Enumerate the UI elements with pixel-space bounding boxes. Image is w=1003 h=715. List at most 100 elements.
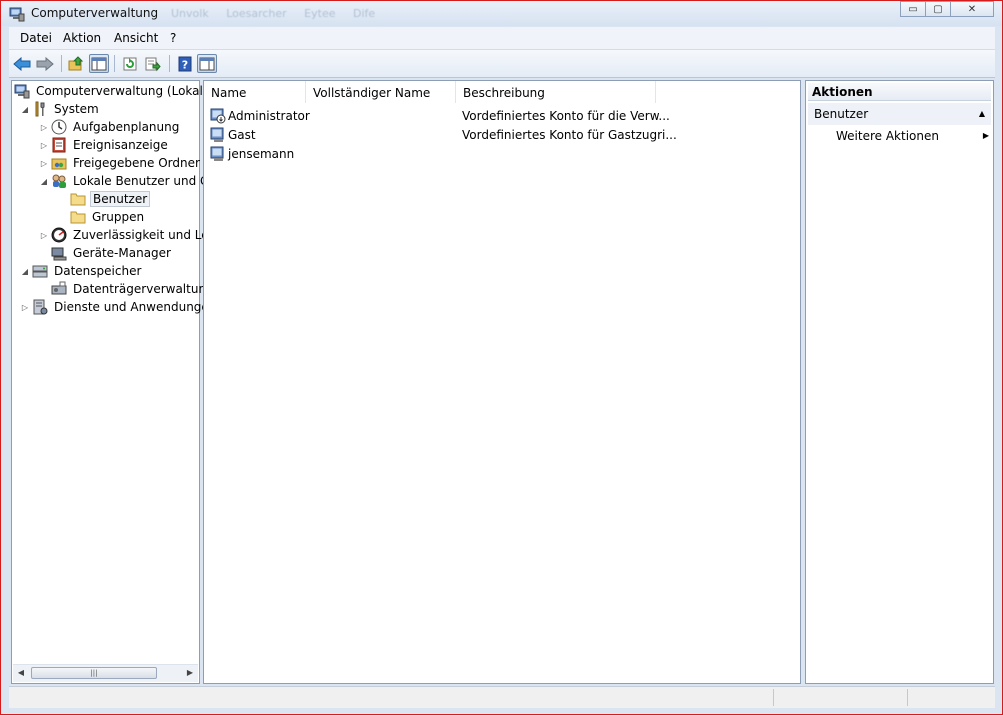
tree-item-geraete-manager[interactable]: Geräte-Manager <box>51 244 173 262</box>
menu-bar: Datei Aktion Ansicht ? <box>9 27 995 50</box>
scroll-right-icon[interactable]: ▶ <box>185 668 195 677</box>
scroll-left-icon[interactable]: ◀ <box>16 668 26 677</box>
window-controls: ▭ ▢ ✕ <box>900 1 994 17</box>
forward-icon <box>36 56 54 71</box>
column-header-name[interactable]: Name <box>204 81 306 103</box>
device-manager-icon <box>51 247 67 261</box>
user-description: Vordefiniertes Konto für Gastzugri... <box>462 128 677 142</box>
scroll-thumb[interactable]: ||| <box>31 667 157 679</box>
menu-help[interactable]: ? <box>170 31 176 45</box>
collapse-arrow-icon[interactable]: ◢ <box>39 176 49 186</box>
user-row-administrator[interactable]: Administrator Vordefiniertes Konto für d… <box>208 107 788 126</box>
tree-label: Datenspeicher <box>54 264 142 278</box>
status-divider <box>773 689 774 706</box>
tree-item-dienste-anwendungen[interactable]: ▷ Dienste und Anwendungen <box>20 298 218 316</box>
tree-item-gruppen[interactable]: Gruppen <box>70 208 146 226</box>
tree-horizontal-scrollbar[interactable]: ◀ ||| ▶ <box>13 664 198 682</box>
tree-label: Dienste und Anwendungen <box>54 300 217 314</box>
actions-header: Aktionen <box>808 83 991 101</box>
system-tools-icon <box>35 101 45 117</box>
collapse-arrow-icon[interactable]: ◢ <box>20 266 30 276</box>
tree-item-root[interactable]: Computerverwaltung (Lokal) <box>14 82 210 100</box>
local-users-groups-icon <box>52 174 66 188</box>
column-header-description[interactable]: Beschreibung <box>456 81 656 103</box>
event-viewer-icon <box>52 137 66 153</box>
refresh-button[interactable] <box>120 54 140 73</box>
tree-item-system[interactable]: ◢ System <box>20 100 101 118</box>
tree-label: Aufgabenplanung <box>73 120 180 134</box>
show-hide-action-pane-button[interactable] <box>197 54 217 73</box>
ghost-menu-text: Unvolk Loesarcher Eytee Dife <box>171 7 376 20</box>
tree-label: Gruppen <box>92 210 145 224</box>
show-hide-tree-button[interactable] <box>89 54 109 73</box>
menu-ansicht[interactable]: Ansicht <box>114 31 158 45</box>
export-list-button[interactable] <box>143 54 163 73</box>
user-name: Gast <box>228 128 256 142</box>
refresh-icon <box>123 57 137 70</box>
computer-management-window: Computerverwaltung Unvolk Loesarcher Eyt… <box>0 0 1003 715</box>
user-icon <box>210 146 224 161</box>
title-bar[interactable]: Computerverwaltung Unvolk Loesarcher Eyt… <box>1 1 1002 26</box>
menu-aktion[interactable]: Aktion <box>63 31 101 45</box>
actions-section-benutzer[interactable]: Benutzer ▲ <box>808 103 991 125</box>
shared-folder-icon <box>51 158 67 170</box>
tree-label: Geräte-Manager <box>73 246 171 260</box>
help-icon: ? <box>178 56 192 71</box>
expand-arrow-icon[interactable]: ▷ <box>39 140 49 150</box>
result-list-pane[interactable]: Name Vollständiger Name Beschreibung Adm… <box>203 80 801 684</box>
expand-arrow-icon[interactable]: ▷ <box>20 302 30 312</box>
tree-label: Computerverwaltung (Lokal) <box>36 84 208 98</box>
action-weitere-aktionen[interactable]: Weitere Aktionen ▶ <box>836 129 991 143</box>
show-hide-action-pane-icon <box>199 57 215 70</box>
tree-item-aufgabenplanung[interactable]: ▷ Aufgabenplanung <box>39 118 181 136</box>
column-header-full-name[interactable]: Vollständiger Name <box>306 81 456 103</box>
user-name: Administrator <box>228 109 310 123</box>
user-description: Vordefiniertes Konto für die Verw... <box>462 109 670 123</box>
action-label: Weitere Aktionen <box>836 129 939 143</box>
tree-item-benutzer[interactable]: Benutzer <box>70 190 151 208</box>
up-folder-button[interactable] <box>66 54 86 73</box>
back-icon <box>13 56 31 71</box>
show-hide-tree-icon <box>91 57 107 70</box>
tree-label: Datenträgerverwaltung <box>73 282 214 296</box>
tree-label: Ereignisanzeige <box>73 138 168 152</box>
task-scheduler-icon <box>51 119 67 135</box>
actions-section-label: Benutzer <box>814 107 869 121</box>
expand-arrow-icon[interactable]: ▷ <box>39 122 49 132</box>
tree-item-datentraegerverwaltung[interactable]: Datenträgerverwaltung <box>51 280 216 298</box>
svg-text:?: ? <box>182 58 188 71</box>
computer-management-icon <box>14 84 30 99</box>
back-button[interactable] <box>12 54 32 73</box>
user-row-jensemann[interactable]: jensemann <box>208 145 788 164</box>
window-title: Computerverwaltung <box>31 6 159 20</box>
help-button[interactable]: ? <box>175 54 195 73</box>
storage-icon <box>32 265 48 278</box>
toolbar: ? <box>9 50 995 78</box>
maximize-button[interactable]: ▢ <box>925 1 951 17</box>
console-tree-pane[interactable]: Computerverwaltung (Lokal) ◢ System ▷ Au… <box>11 80 252 684</box>
user-name: jensemann <box>228 147 295 161</box>
tree-item-freigegebene-ordner[interactable]: ▷ Freigegebene Ordner <box>39 154 202 172</box>
minimize-button[interactable]: ▭ <box>900 1 926 17</box>
collapse-arrow-icon[interactable]: ◢ <box>20 104 30 114</box>
computer-management-icon <box>9 7 25 22</box>
forward-button[interactable] <box>35 54 55 73</box>
tree-label-selected: Benutzer <box>90 191 151 207</box>
user-icon <box>210 127 224 142</box>
tree-item-ereignisanzeige[interactable]: ▷ Ereignisanzeige <box>39 136 170 154</box>
folder-icon <box>70 193 86 206</box>
services-applications-icon <box>33 299 48 315</box>
export-list-icon <box>145 57 161 71</box>
tree-label: Freigegebene Ordner <box>73 156 200 170</box>
close-button[interactable]: ✕ <box>950 1 994 17</box>
menu-datei[interactable]: Datei <box>20 31 52 45</box>
up-folder-icon <box>68 55 84 70</box>
user-admin-icon <box>210 108 226 124</box>
tree-item-datenspeicher[interactable]: ◢ Datenspeicher <box>20 262 143 280</box>
expand-arrow-icon[interactable]: ▷ <box>39 158 49 168</box>
reliability-performance-icon <box>51 227 67 243</box>
collapse-section-icon[interactable]: ▲ <box>979 103 985 125</box>
disk-management-icon <box>51 281 67 295</box>
user-row-gast[interactable]: Gast Vordefiniertes Konto für Gastzugri.… <box>208 126 788 145</box>
expand-arrow-icon[interactable]: ▷ <box>39 230 49 240</box>
